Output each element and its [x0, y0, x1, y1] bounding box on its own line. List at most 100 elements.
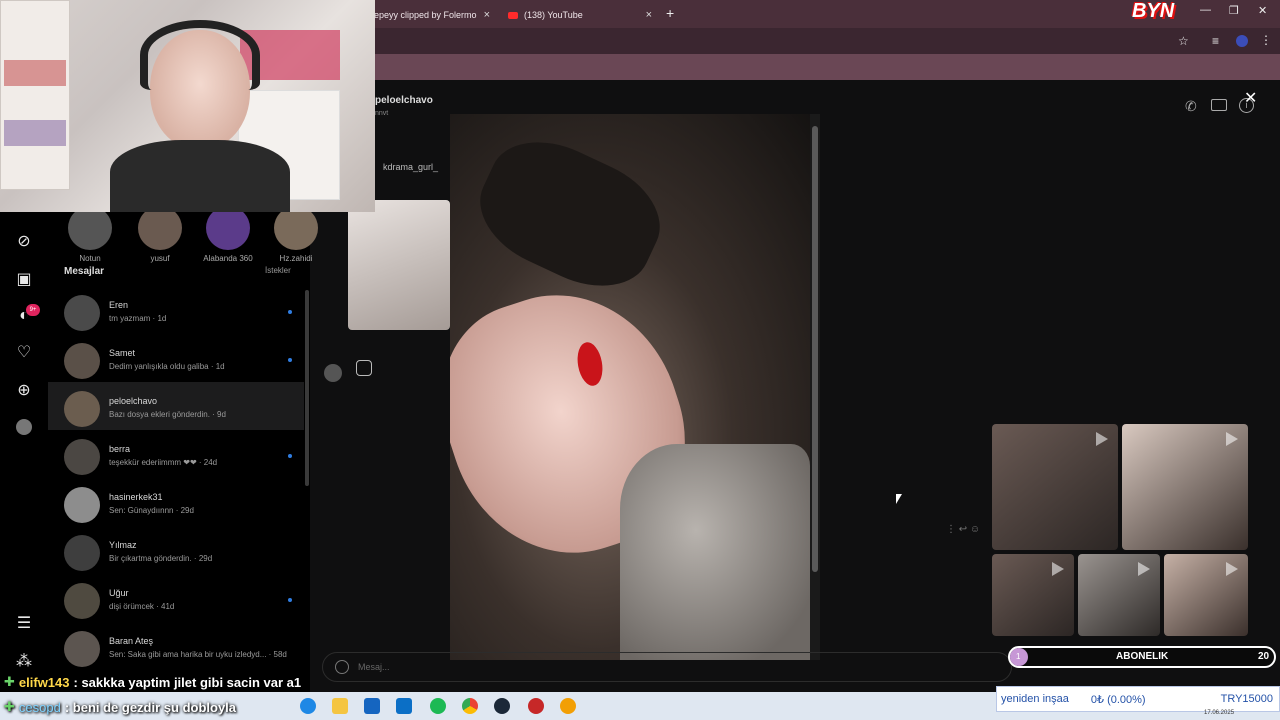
ticker-amount: 0₺ (0.00%): [1090, 693, 1146, 706]
chat-message: ✚ elifw143 : sakkka yaptim jilet gibi sa…: [4, 674, 302, 690]
ticker-goal: TRY15000: [1220, 693, 1273, 705]
reels-icon[interactable]: ▣: [14, 270, 34, 290]
messages-heading: Mesajlar: [64, 266, 105, 277]
bookmark-star-icon[interactable]: ☆: [1178, 34, 1189, 48]
unread-dot: [288, 598, 292, 602]
outlook-icon[interactable]: [396, 698, 412, 714]
message-actions[interactable]: ⋮ ↩ ☺: [946, 524, 980, 535]
dm-item-yilmaz[interactable]: Yılmaz Bir çıkartma gönderdin. · 29d: [48, 526, 304, 574]
steam-icon[interactable]: [494, 698, 510, 714]
minimize-button[interactable]: —: [1200, 4, 1211, 16]
tab-youtube[interactable]: (138) YouTube ×: [500, 4, 660, 26]
mouse-cursor: [896, 494, 902, 504]
story-avatar: [68, 206, 112, 250]
tab-clip[interactable]: epeyy clipped by Folermo ×: [366, 4, 498, 26]
scrollbar-thumb[interactable]: [812, 126, 818, 572]
reel-icon[interactable]: [356, 360, 372, 376]
emoji-icon[interactable]: [335, 660, 349, 674]
obs-icon[interactable]: [560, 698, 576, 714]
dm-item-hasinerkek31[interactable]: hasinerkek31 Sen: Günaydıınnn · 29d: [48, 478, 304, 526]
menu-icon[interactable]: ☰: [14, 614, 34, 634]
story-item[interactable]: Notun: [62, 206, 118, 263]
message-placeholder: Mesaj...: [358, 662, 390, 672]
tab-close-icon[interactable]: ×: [646, 9, 652, 21]
chrome-icon[interactable]: [462, 698, 478, 714]
apps-icon[interactable]: ⁂: [14, 652, 34, 672]
dm-item-samet[interactable]: Samet Dedim yanlışıkla oldu galiba · 1d: [48, 334, 304, 382]
app-icon[interactable]: [528, 698, 544, 714]
edge-icon[interactable]: [300, 698, 316, 714]
heart-icon[interactable]: ♡: [14, 343, 34, 363]
avatar: [64, 343, 100, 379]
unread-dot: [288, 454, 292, 458]
dm-item-eren[interactable]: Eren tm yazmam · 1d: [48, 286, 304, 334]
store-icon[interactable]: [364, 698, 380, 714]
video-call-icon[interactable]: [1211, 99, 1227, 111]
webcam-overlay: [0, 0, 375, 212]
dm-item-ugur[interactable]: Uğur dişi örümcek · 41d: [48, 574, 304, 622]
avatar: [64, 487, 100, 523]
new-tab-button[interactable]: +: [666, 5, 674, 21]
channel-logo: BYN: [1132, 0, 1175, 22]
explore-icon[interactable]: ⊘: [14, 232, 34, 252]
subscription-goal: 20: [1258, 651, 1270, 662]
profile-icon[interactable]: [16, 419, 32, 435]
more-menu-icon[interactable]: ⋮: [1260, 33, 1272, 47]
phone-icon[interactable]: ✆: [1185, 98, 1197, 115]
window-close-button[interactable]: ✕: [1258, 4, 1267, 17]
media-thumbnail[interactable]: [1122, 424, 1248, 550]
media-thumbnail[interactable]: [992, 424, 1118, 550]
dm-list-scrollbar[interactable]: [305, 290, 309, 486]
requests-link[interactable]: İstekler: [265, 266, 291, 275]
file-explorer-icon[interactable]: [332, 698, 348, 714]
tab-label: epeyy clipped by Folermo: [374, 10, 477, 20]
taskbar-date: 17.06.2025: [1204, 710, 1235, 716]
tab-search-icon[interactable]: ≡: [1212, 34, 1219, 48]
donation-goal-ticker: yeniden inşaa 0₺ (0.00%) TRY15000: [996, 686, 1280, 712]
close-viewer-icon[interactable]: ✕: [1244, 88, 1257, 108]
chat-message: ✚ cesopd : beni de gezdir şu dobloyla: [4, 699, 237, 715]
story-item[interactable]: yusuf: [132, 206, 188, 263]
play-icon: [1096, 432, 1108, 446]
tab-label: (138) YouTube: [524, 10, 583, 20]
play-icon: [1226, 562, 1238, 576]
play-icon: [1138, 562, 1150, 576]
seat-shape: [620, 444, 810, 660]
books: [4, 60, 66, 86]
tab-close-icon[interactable]: ×: [484, 9, 490, 21]
message-input-box[interactable]: [322, 652, 1012, 682]
shirt-shape: [110, 140, 290, 212]
play-icon: [1052, 562, 1064, 576]
youtube-icon: [508, 11, 518, 19]
media-thumbnail[interactable]: [992, 554, 1074, 636]
books: [4, 120, 66, 146]
maximize-button[interactable]: ❐: [1229, 4, 1239, 17]
unread-dot: [288, 310, 292, 314]
bookshelf: [0, 0, 70, 190]
story-item[interactable]: Hz.zahidi: [268, 206, 324, 263]
reply-username[interactable]: kdrama_gurl_: [383, 162, 438, 172]
story-avatar: [138, 206, 182, 250]
video-viewer[interactable]: [450, 114, 812, 660]
avatar: [64, 295, 100, 331]
headphones-shape: [140, 20, 260, 90]
unread-dot: [288, 358, 292, 362]
notification-badge: 9+: [26, 304, 40, 316]
media-thumbnail[interactable]: [1078, 554, 1160, 636]
media-thumbnail[interactable]: [1164, 554, 1248, 636]
story-avatar: [274, 206, 318, 250]
story-item[interactable]: Alabanda 360: [200, 206, 256, 263]
spotify-icon[interactable]: [430, 698, 446, 714]
dm-item-peloelchavo[interactable]: peloelchavo Bazı dosya ekleri gönderdin. …: [48, 382, 304, 430]
profile-avatar[interactable]: [1236, 35, 1248, 47]
avatar: [64, 535, 100, 571]
create-icon[interactable]: ⊕: [14, 381, 34, 401]
avatar: [64, 391, 100, 427]
sender-avatar: [324, 364, 342, 382]
dm-item-baran[interactable]: Baran Ateş Sen: Saka gibi ama harika bir …: [48, 622, 304, 670]
shared-post-thumbnail[interactable]: [348, 200, 450, 330]
contact-name[interactable]: peloelchavo: [375, 95, 433, 106]
ticker-label: yeniden inşaa: [1001, 693, 1069, 705]
dm-item-berra[interactable]: berra teşekkür ederiimmm ❤❤ · 24d: [48, 430, 304, 478]
story-avatar: [206, 206, 250, 250]
